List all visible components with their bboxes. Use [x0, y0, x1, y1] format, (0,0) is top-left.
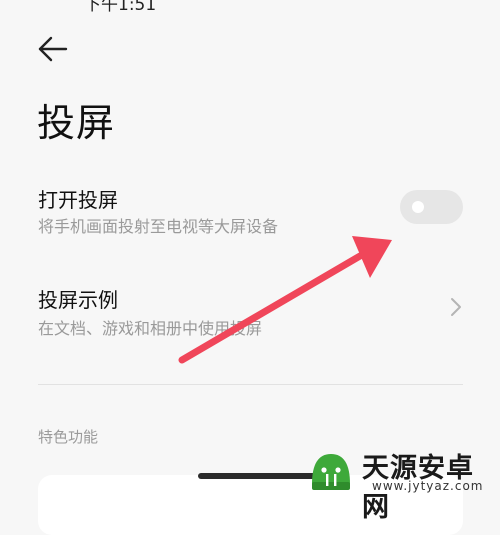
cast-examples-label: 投屏示例 [38, 288, 118, 312]
toggle-knob [412, 201, 424, 213]
cast-examples-row[interactable]: 投屏示例 在文档、游戏和相册中使用投屏 [0, 282, 500, 342]
status-time: 下午1:51 [84, 0, 157, 15]
divider [38, 384, 463, 385]
android-logo-icon [308, 448, 354, 494]
page-title: 投屏 [37, 101, 116, 145]
cast-toggle-description: 将手机画面投射至电视等大屏设备 [38, 217, 279, 236]
cast-toggle-label: 打开投屏 [38, 188, 118, 212]
features-section-label: 特色功能 [38, 428, 99, 446]
watermark-url: www.jytyaz.com [372, 479, 484, 493]
status-icons: 52 [376, 0, 466, 8]
annotation-arrow-icon [178, 236, 392, 364]
status-bar: 下午1:51 52 [0, 0, 500, 15]
arrow-left-icon [38, 36, 68, 62]
cast-examples-description: 在文档、游戏和相册中使用投屏 [38, 319, 263, 338]
chevron-right-icon [448, 296, 464, 318]
watermark: 天源安卓网 www.jytyaz.com [300, 444, 500, 523]
back-button[interactable] [36, 32, 72, 66]
cast-toggle[interactable] [400, 190, 463, 224]
